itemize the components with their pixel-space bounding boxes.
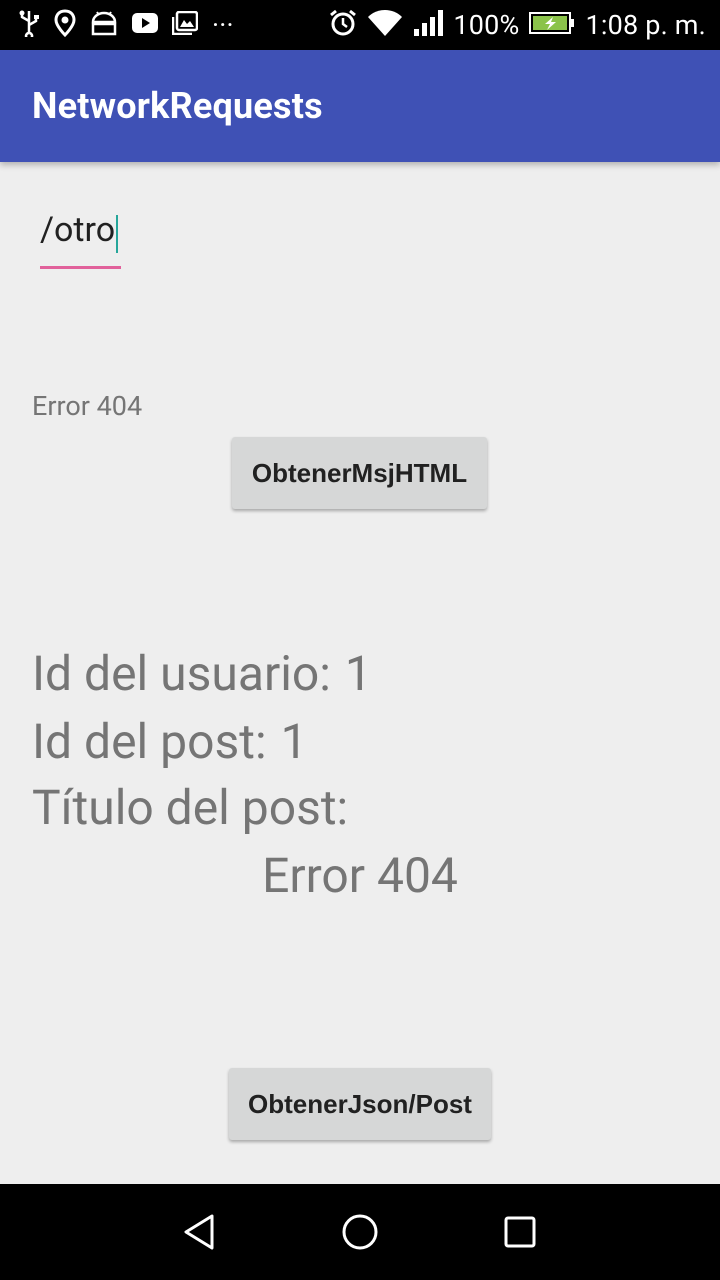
wifi-icon xyxy=(367,9,403,41)
path-input-value: /otro xyxy=(40,210,116,250)
alarm-icon xyxy=(329,9,357,41)
input-underline xyxy=(40,266,121,269)
more-notifications-icon: ··· xyxy=(212,9,234,41)
post-id-value: 1 xyxy=(280,713,308,770)
recents-icon[interactable] xyxy=(490,1202,550,1262)
post-id-row: Id del post: 1 xyxy=(32,708,308,776)
back-icon[interactable] xyxy=(170,1202,230,1262)
user-id-row: Id del usuario: 1 xyxy=(32,640,372,708)
html-result-text: Error 404 xyxy=(32,390,143,422)
battery-icon xyxy=(529,11,575,39)
youtube-icon xyxy=(132,12,158,38)
battery-percent: 100% xyxy=(453,9,520,41)
home-icon[interactable] xyxy=(330,1202,390,1262)
post-title-label: Título del post: xyxy=(32,779,349,836)
navigation-bar xyxy=(0,1184,720,1280)
post-id-label: Id del post: xyxy=(32,713,267,770)
notification-icons: ··· xyxy=(18,9,234,41)
app-title: NetworkRequests xyxy=(32,85,323,127)
signal-icon xyxy=(413,9,444,41)
gallery-icon xyxy=(171,10,199,39)
app-bar: NetworkRequests xyxy=(0,50,720,162)
system-icons: 100% 1:08 p. m. xyxy=(329,9,706,41)
user-id-value: 1 xyxy=(344,645,372,702)
text-cursor xyxy=(116,214,119,253)
usb-icon xyxy=(18,9,40,41)
post-title-value: Error 404 xyxy=(262,847,458,904)
user-id-label: Id del usuario: xyxy=(32,645,331,702)
location-icon xyxy=(54,9,76,41)
status-bar: ··· 100% 1:08 p. m. xyxy=(0,0,720,50)
get-html-button[interactable]: ObtenerMsjHTML xyxy=(232,437,487,509)
clock: 1:08 p. m. xyxy=(585,9,706,41)
android-icon xyxy=(90,10,118,40)
get-json-button[interactable]: ObtenerJson/Post xyxy=(229,1068,491,1140)
path-input[interactable]: /otro xyxy=(40,200,121,269)
